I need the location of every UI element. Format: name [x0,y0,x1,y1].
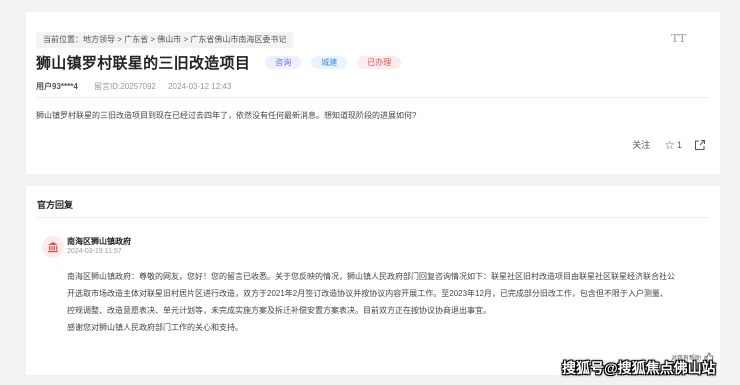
follow-button[interactable]: 关注 [632,138,650,151]
reply-line: 开选取市场改造主体对联星旧村居片区进行改造，双方于2021年2月签订改造协议并按… [67,289,668,298]
government-building-icon [42,236,64,258]
status-badge: 已办理 [357,56,402,69]
reply-line: 感谢您对狮山镇人民政府部门工作的关心和支持。 [67,323,243,332]
share-icon[interactable] [694,139,706,151]
tag-urban-construction: 城建 [311,56,348,69]
message-id: 留言ID:20257092 [94,82,156,91]
reply-body: 南海区狮山镇政府：尊敬的网友，您好！您的留言已收悉。关于您反映的情况，狮山镇人民… [67,268,707,336]
question-text: 狮山镇罗村联星的三旧改造项目到现在已经过去四年了，依然没有任何最新消息。想知道现… [36,111,417,120]
section-title: 官方回复 [37,200,74,210]
star-icon[interactable]: ☆ [664,139,675,151]
font-size-toggle-icon[interactable]: TT [671,32,686,45]
post-meta: 用户93****4 留言ID:20257092 2024-03-12 12:43 [36,81,231,92]
tag-consult: 咨询 [265,56,302,69]
title-row: 狮山镇罗村联星的三旧改造项目 咨询 城建 已办理 [36,52,402,73]
reply-date: 2024-03-19 11:57 [67,248,122,255]
message-card: 当前位置：地方领导 > 广东省 > 佛山市 > 广东省佛山市南海区委书记 TT … [26,12,720,174]
watermark: 搜狐号@搜狐焦点佛山站 [562,360,716,376]
org-name: 南海区狮山镇政府 [67,237,131,246]
reply-line: 南海区狮山镇政府：尊敬的网友，您好！您的留言已收悉。关于您反映的情况，狮山镇人民… [67,272,675,281]
action-bar: 关注 ☆ 1 [632,138,706,151]
divider [36,97,710,98]
post-datetime: 2024-03-12 12:43 [168,82,232,91]
page-title: 狮山镇罗村联星的三旧改造项目 [36,55,251,72]
star-count: 1 [676,139,682,150]
reply-line: 控规调整、改造意愿表决、单元计划等，未完成实施方案及拆迁补偿安置方案表决。目前双… [67,306,491,315]
divider [36,217,710,218]
breadcrumb[interactable]: 当前位置：地方领导 > 广东省 > 佛山市 > 广东省佛山市南海区委书记 [36,32,294,48]
username: 用户93****4 [36,82,78,91]
official-reply-card: 官方回复 南海区狮山镇政府 2024-03-19 11:57 南海区狮山镇政府：… [26,186,720,375]
